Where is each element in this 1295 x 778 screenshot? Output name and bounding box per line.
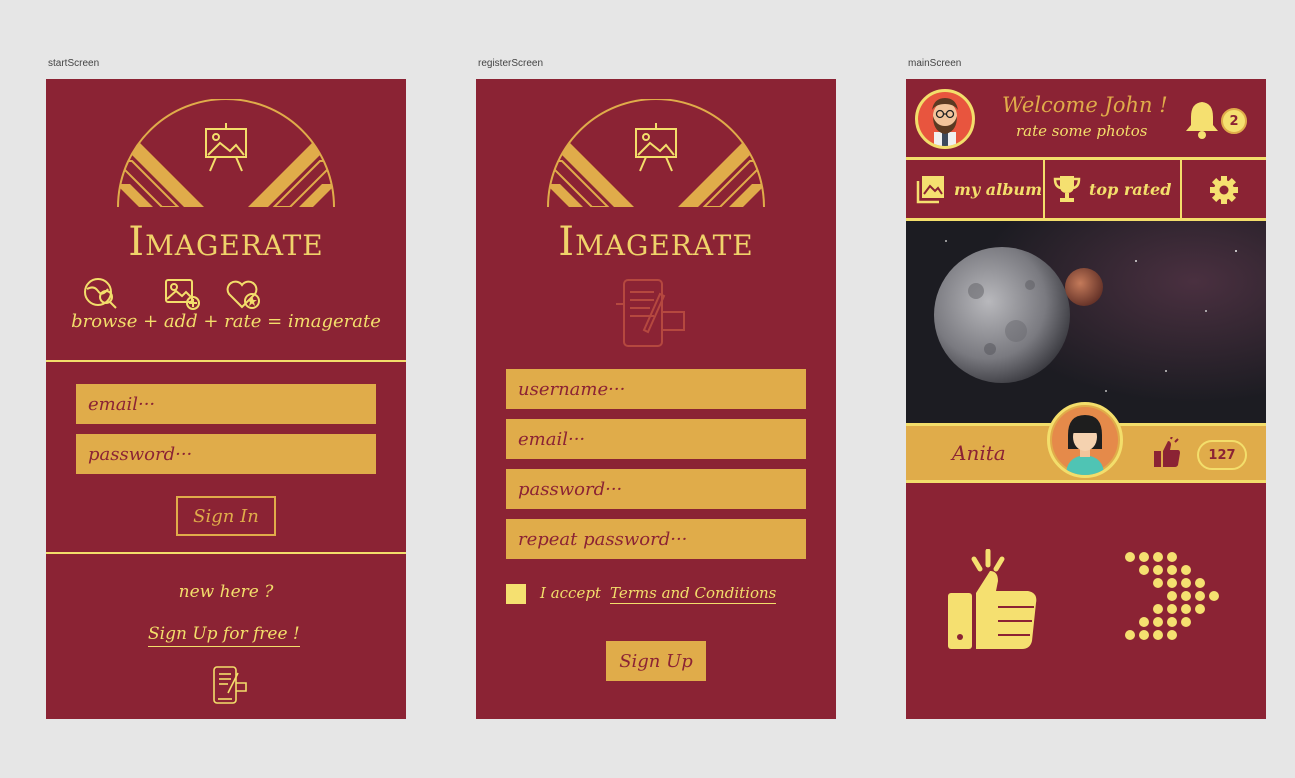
password-field[interactable]: password··· (76, 434, 376, 474)
nav-top-rated[interactable]: top rated (1045, 160, 1182, 218)
nav-my-album[interactable]: my album (906, 160, 1045, 218)
phone-signup-icon (213, 666, 247, 704)
register-screen: Imagerate username··· email··· password·… (476, 79, 836, 719)
repeat-password-field[interactable]: repeat password··· (506, 519, 806, 559)
globe-search-icon (84, 278, 117, 309)
start-screen: Imagerate browse + add + rate = imagerat… (46, 79, 406, 719)
sign-up-link[interactable]: Sign Up for free ! (148, 624, 300, 647)
gear-icon[interactable] (1209, 175, 1239, 205)
email-field[interactable]: email··· (76, 384, 376, 424)
terms-link[interactable]: Terms and Conditions (610, 584, 777, 604)
author-name[interactable]: Anita (952, 441, 1006, 465)
nav-my-album-label: my album (954, 179, 1042, 199)
bell-icon[interactable] (1185, 99, 1219, 139)
space-photo[interactable] (906, 221, 1266, 423)
album-icon (916, 176, 944, 204)
email-field[interactable]: email··· (506, 419, 806, 459)
notification-badge: 2 (1221, 108, 1247, 134)
tagline: browse + add + rate = imagerate (71, 311, 381, 332)
new-here-text: new here ? (178, 582, 274, 602)
bearded-man-avatar-icon (918, 92, 972, 146)
logo-arch-icon (117, 99, 335, 208)
divider-bottom (46, 552, 406, 554)
artboard-label-main: mainScreen (908, 58, 962, 69)
nav-top-rated-label: top rated (1089, 179, 1172, 199)
welcome-title: Welcome John ! (1002, 93, 1168, 117)
main-screen: Welcome John ! rate some photos 2 my alb… (906, 79, 1266, 719)
like-count-badge: 127 (1197, 440, 1247, 470)
terms-checkbox[interactable] (506, 584, 526, 604)
trophy-icon (1053, 176, 1081, 202)
logo-arch-icon (547, 99, 765, 208)
password-field[interactable]: password··· (506, 469, 806, 509)
form-signing-icon (616, 279, 685, 347)
username-field[interactable]: username··· (506, 369, 806, 409)
artboard-label-register: registerScreen (478, 58, 544, 69)
thumbs-up-small-icon[interactable] (1152, 437, 1182, 469)
author-avatar[interactable] (1047, 402, 1123, 478)
sign-up-button[interactable]: Sign Up (606, 641, 706, 681)
divider-top (46, 360, 406, 362)
add-image-icon (165, 279, 200, 310)
woman-avatar-icon (1052, 407, 1118, 475)
user-avatar[interactable] (915, 89, 975, 149)
welcome-subtitle: rate some photos (1016, 122, 1148, 140)
artboard-label-start: startScreen (48, 58, 100, 69)
like-button-icon[interactable] (946, 549, 1040, 653)
heart-star-icon (226, 280, 260, 309)
logo-title: Imagerate (558, 219, 754, 265)
logo-title: Imagerate (128, 219, 324, 265)
next-arrow-icon[interactable] (1120, 549, 1230, 653)
accept-label: I accept (540, 584, 601, 602)
sign-in-button[interactable]: Sign In (176, 496, 276, 536)
